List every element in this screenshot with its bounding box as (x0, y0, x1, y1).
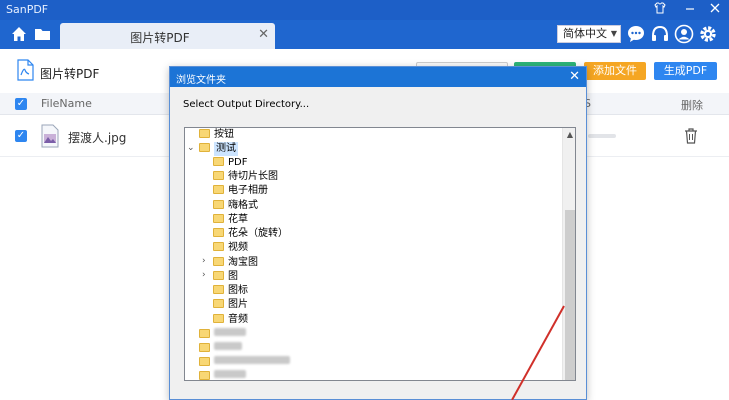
redacted-label (214, 328, 246, 336)
tree-item[interactable]: 图片 (213, 298, 248, 312)
chevron-right-icon[interactable]: › (202, 270, 206, 280)
column-filename: FileName (41, 97, 92, 110)
folder-icon (199, 357, 210, 366)
tab-label: 图片转PDF (130, 31, 190, 45)
app-name: SanPDF (6, 3, 49, 16)
progress-bar (588, 134, 616, 138)
folder-icon (213, 171, 224, 180)
folder-icon (199, 371, 210, 380)
generate-pdf-label: 生成PDF (663, 64, 708, 77)
folder-icon (213, 257, 224, 266)
page-title: 图片转PDF (40, 67, 100, 81)
folder-icon (213, 314, 224, 323)
add-file-label: 添加文件 (593, 64, 637, 77)
chevron-down-icon: ▼ (610, 29, 617, 38)
select-all-checkbox[interactable]: ✓ (15, 98, 27, 110)
shirt-icon[interactable] (651, 1, 669, 19)
scroll-up-icon[interactable]: ▲ (563, 128, 575, 142)
folder-tree: 按钮 ⌄ 测试 PDF 待切片长图 电子相册 嗨格式 花草 花朵（旋转） 视频 … (184, 127, 576, 381)
chevron-right-icon[interactable]: › (202, 256, 206, 266)
tree-item[interactable]: 淘宝图 (213, 256, 258, 270)
folder-icon (213, 242, 224, 251)
folder-icon (213, 157, 224, 166)
gear-icon[interactable] (698, 24, 718, 44)
redacted-label (214, 356, 290, 364)
folder-icon (213, 285, 224, 294)
folder-icon (213, 228, 224, 237)
dialog-prompt: Select Output Directory... (183, 99, 310, 110)
tree-item[interactable]: 待切片长图 (213, 170, 278, 184)
tree-item-redacted[interactable] (199, 342, 242, 356)
trash-icon[interactable] (684, 128, 698, 144)
tree-item[interactable]: 花朵（旋转） (213, 227, 288, 241)
row-checkbox[interactable]: ✓ (15, 130, 27, 142)
language-select[interactable]: 简体中文 ▼ (557, 25, 621, 43)
tree-item[interactable]: 图 (213, 270, 238, 284)
dialog-title: 浏览文件夹 (176, 75, 226, 86)
tree-item-selected[interactable]: 测试 (199, 142, 238, 156)
tab-close-icon[interactable]: ✕ (258, 27, 269, 42)
title-bar: SanPDF (0, 0, 729, 20)
column-delete: 删除 (681, 99, 703, 112)
dialog-titlebar: 浏览文件夹 ✕ (170, 67, 586, 87)
folder-icon (213, 271, 224, 280)
dialog-close-icon[interactable]: ✕ (569, 69, 580, 84)
user-icon[interactable] (674, 24, 694, 44)
folder-icon (213, 200, 224, 209)
chevron-down-icon[interactable]: ⌄ (187, 143, 195, 153)
tree-item[interactable]: 电子相册 (213, 184, 268, 198)
folder-icon (199, 329, 210, 338)
tree-item[interactable]: 视频 (213, 241, 248, 255)
tree-item[interactable]: PDF (213, 156, 247, 170)
folder-icon (199, 343, 210, 352)
add-file-button[interactable]: 添加文件 (584, 62, 646, 80)
pdf-file-icon (15, 59, 35, 81)
folder-icon (213, 185, 224, 194)
headset-icon[interactable] (650, 24, 670, 44)
folder-icon (199, 129, 210, 138)
tree-item-redacted[interactable] (199, 356, 290, 370)
redacted-label (214, 342, 242, 350)
tree-item[interactable]: 按钮 (199, 128, 234, 142)
tree-item[interactable]: 嗨格式 (213, 199, 258, 213)
tab-image-to-pdf[interactable]: 图片转PDF ✕ (60, 23, 275, 49)
file-name: 摆渡人.jpg (68, 131, 127, 145)
tree-item[interactable]: 音频 (213, 313, 248, 327)
tree-item-redacted[interactable] (199, 328, 246, 342)
redacted-label (214, 370, 246, 378)
scroll-thumb[interactable] (565, 210, 575, 380)
tree-item[interactable]: 花草 (213, 213, 248, 227)
tree-item-redacted[interactable] (199, 370, 246, 380)
folder-icon (199, 143, 210, 152)
tree-item[interactable]: 图标 (213, 284, 248, 298)
tree-scrollbar[interactable]: ▲ (562, 128, 575, 380)
folder-icon (213, 299, 224, 308)
image-file-icon (40, 124, 60, 148)
folder-icon[interactable] (34, 25, 52, 43)
chat-icon[interactable] (626, 24, 646, 44)
close-window-icon[interactable] (706, 1, 724, 19)
language-selected: 简体中文 (563, 27, 607, 40)
folder-icon (213, 214, 224, 223)
browse-folder-dialog: 浏览文件夹 ✕ Select Output Directory... 按钮 ⌄ … (169, 66, 587, 400)
generate-pdf-button[interactable]: 生成PDF (654, 62, 717, 80)
home-icon[interactable] (10, 25, 28, 43)
minimize-icon[interactable] (681, 1, 699, 19)
